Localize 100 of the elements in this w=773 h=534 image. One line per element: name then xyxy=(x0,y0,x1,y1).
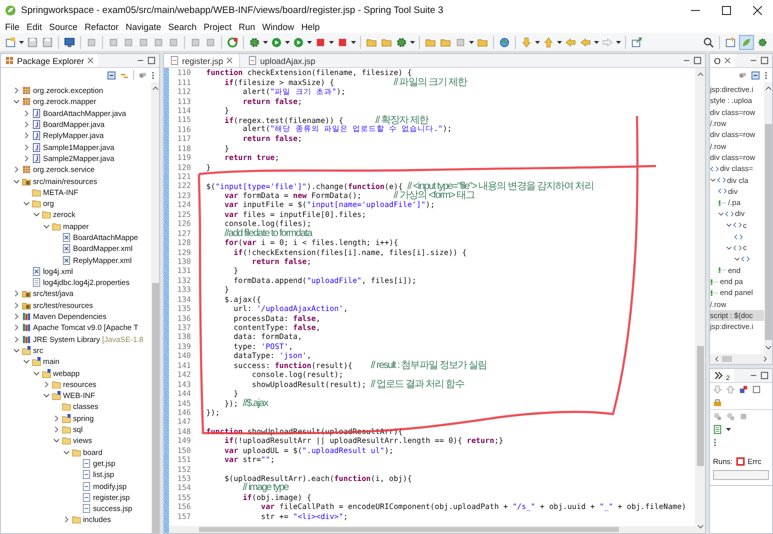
dropdown-caret-icon[interactable] xyxy=(594,40,599,44)
up-arrow-icon[interactable] xyxy=(726,385,735,394)
view-menu-icon[interactable] xyxy=(764,70,768,80)
menu-item[interactable]: File xyxy=(5,22,20,32)
scroll-up-icon[interactable] xyxy=(764,85,772,91)
monitor-icon[interactable] xyxy=(63,36,76,48)
view-tab[interactable]: Package Explorer xyxy=(1,54,98,67)
close-icon[interactable] xyxy=(753,6,762,14)
menu-item[interactable]: Project xyxy=(204,22,232,32)
chevron-right-icon[interactable] xyxy=(13,302,20,309)
chevron-right-icon[interactable] xyxy=(53,414,60,422)
chevron-down-icon[interactable] xyxy=(63,448,70,456)
chevron-down-icon[interactable] xyxy=(43,222,50,230)
dropdown-caret-icon[interactable] xyxy=(19,40,24,44)
chevron-down-icon[interactable] xyxy=(23,200,30,208)
dropdown-caret-icon[interactable] xyxy=(351,40,356,44)
scroll-left-icon[interactable] xyxy=(713,356,720,362)
menu-item[interactable]: Source xyxy=(49,22,78,32)
scrollbar-thumb[interactable] xyxy=(764,124,772,340)
error-filter-icon[interactable] xyxy=(739,385,748,394)
chevron-right-icon[interactable] xyxy=(23,132,30,140)
open-perspective-icon[interactable] xyxy=(724,36,737,48)
scroll-up-icon[interactable] xyxy=(152,85,158,91)
maximize-icon[interactable] xyxy=(760,56,769,65)
dropdown-caret-icon[interactable] xyxy=(410,40,415,44)
gear-icon[interactable] xyxy=(395,36,408,48)
menu-item[interactable]: Help xyxy=(301,22,320,32)
export-icon[interactable] xyxy=(630,36,643,48)
menu-item[interactable]: Window xyxy=(262,22,294,32)
chevron-down-icon[interactable] xyxy=(53,437,60,444)
maximize-icon[interactable] xyxy=(147,56,156,65)
menu-item[interactable]: Search xyxy=(168,22,197,32)
document-icon[interactable] xyxy=(4,36,17,48)
chevron-right-icon[interactable] xyxy=(23,144,30,151)
chevron-right-icon[interactable] xyxy=(43,380,50,388)
refresh-icon[interactable] xyxy=(226,36,239,48)
chevron-right-icon[interactable] xyxy=(13,166,20,174)
history-list-icon[interactable] xyxy=(713,425,722,434)
view-menu-icon[interactable] xyxy=(151,70,155,80)
chevron-down-icon[interactable] xyxy=(710,177,716,184)
scrollbar-thumb[interactable] xyxy=(722,356,732,362)
chevron-right-icon[interactable] xyxy=(53,426,60,434)
chevron-down-icon[interactable] xyxy=(43,392,50,400)
lock-icon[interactable] xyxy=(713,398,722,407)
chevron-down-icon[interactable] xyxy=(33,211,40,218)
chevron-down-icon[interactable] xyxy=(13,98,20,106)
scrollbar-thumb[interactable] xyxy=(152,283,158,533)
menu-item[interactable]: Navigate xyxy=(126,22,162,32)
maximize-icon[interactable] xyxy=(760,371,769,380)
editor-tab[interactable]: uploadAjax.jsp xyxy=(242,54,322,67)
dropdown-caret-icon[interactable] xyxy=(726,428,731,431)
scroll-right-icon[interactable] xyxy=(762,356,769,362)
maximize-icon[interactable] xyxy=(693,56,702,65)
menu-item[interactable]: Edit xyxy=(26,22,42,32)
layout-icon[interactable] xyxy=(752,385,761,394)
menu-item[interactable]: Refactor xyxy=(84,22,119,32)
view-menu-icon[interactable] xyxy=(713,438,717,447)
down-arrow-icon[interactable] xyxy=(713,385,722,394)
filter-icon[interactable] xyxy=(138,70,147,80)
editor-tab[interactable]: register.jsp xyxy=(164,54,240,67)
chevron-down-icon[interactable] xyxy=(33,370,40,377)
chevron-right-icon[interactable] xyxy=(13,87,20,94)
collapse-all-icon[interactable] xyxy=(107,70,116,80)
play-icon[interactable] xyxy=(270,36,283,48)
scrollbar-thumb[interactable] xyxy=(696,346,704,466)
dropdown-caret-icon[interactable] xyxy=(285,40,290,44)
chevron-down-icon[interactable] xyxy=(23,358,30,366)
dropdown-caret-icon[interactable] xyxy=(535,40,540,44)
chevron-right-icon[interactable] xyxy=(13,336,20,343)
chevron-right-icon[interactable] xyxy=(23,110,30,117)
collapse-all-icon[interactable] xyxy=(751,70,760,80)
scrollbar-thumb[interactable] xyxy=(199,527,619,532)
filter-icon[interactable] xyxy=(738,70,747,80)
gear-icon[interactable] xyxy=(756,36,769,48)
dropdown-caret-icon[interactable] xyxy=(616,40,621,44)
menu-item[interactable]: Run xyxy=(238,22,256,32)
chevron-down-icon[interactable] xyxy=(726,222,732,228)
chevron-down-icon[interactable] xyxy=(734,256,740,262)
scroll-down-icon[interactable] xyxy=(696,524,704,530)
chevron-right-icon[interactable] xyxy=(13,313,20,320)
chevron-right-icon[interactable] xyxy=(23,121,30,128)
gear-icon[interactable] xyxy=(248,36,261,48)
maximize-icon[interactable] xyxy=(722,6,731,14)
view-tab[interactable]: O xyxy=(710,54,735,67)
chevron-right-icon[interactable] xyxy=(13,290,20,298)
dropdown-caret-icon[interactable] xyxy=(263,40,268,44)
play-icon[interactable] xyxy=(292,36,305,48)
scroll-down-icon[interactable] xyxy=(764,345,772,351)
chevron-down-icon[interactable] xyxy=(718,210,724,217)
chevron-down-icon[interactable] xyxy=(13,178,20,185)
dropdown-caret-icon[interactable] xyxy=(557,40,562,44)
search-icon[interactable] xyxy=(702,36,715,48)
chevron-right-icon[interactable] xyxy=(63,516,70,524)
chevron-right-icon[interactable] xyxy=(13,324,20,332)
dropdown-caret-icon[interactable] xyxy=(307,40,312,44)
dropdown-caret-icon[interactable] xyxy=(329,40,334,44)
scroll-up-icon[interactable] xyxy=(696,71,704,77)
dropdown-caret-icon[interactable] xyxy=(469,40,474,44)
chevron-down-icon[interactable] xyxy=(726,244,732,251)
chevron-down-icon[interactable] xyxy=(13,346,20,354)
